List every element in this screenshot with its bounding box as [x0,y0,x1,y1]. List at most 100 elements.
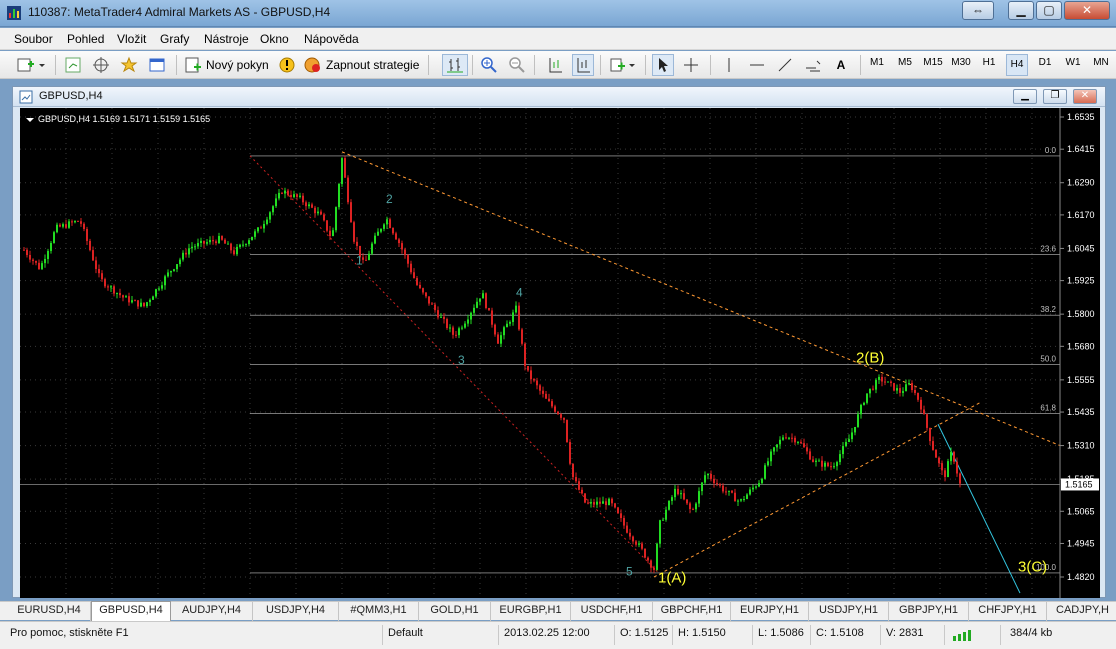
candle-body [908,383,910,385]
candle-body [776,444,778,448]
trendline-button[interactable] [774,54,796,76]
tab-eurgbp-h1[interactable]: EURGBP,H1 [491,602,571,621]
menu-grafy[interactable]: Grafy [160,32,189,46]
vertical-line-icon [728,58,730,72]
zoom-in-button[interactable] [478,54,500,76]
new-chart-button[interactable] [14,54,48,76]
candle-body [227,243,229,245]
navigator-button[interactable] [90,54,112,76]
candle-body [503,327,505,336]
candle-body [290,194,292,198]
tab--qmm3-h1[interactable]: #QMM3,H1 [339,602,419,621]
candle-body [440,316,442,318]
menu-soubor[interactable]: Soubor [14,32,53,46]
chart-window-titlebar[interactable]: GBPUSD,H4 ▁ ❐ ✕ [13,87,1105,107]
equidistant-channel-button[interactable] [802,54,824,76]
chart-close-button[interactable]: ✕ [1073,89,1097,104]
menu-pohled[interactable]: Pohled [67,32,104,46]
close-button[interactable]: ✕ [1064,1,1110,20]
candle-body [389,219,391,229]
terminal-window-icon [149,58,165,72]
bar-chart-button[interactable] [442,54,468,76]
wave-label-4: 4 [516,286,523,300]
candle-body [485,293,487,308]
chart-window-title: GBPUSD,H4 [39,90,103,102]
timeframe-h1[interactable]: H1 [978,57,1000,68]
tab-eurusd-h4[interactable]: EURUSD,H4 [8,602,91,621]
market-watch-button[interactable] [62,54,84,76]
tab-usdchf-h1[interactable]: USDCHF,H1 [571,602,653,621]
new-order-button[interactable]: Nový pokyn [184,54,274,76]
timeframe-m15[interactable]: M15 [922,57,944,68]
menu-napoveda[interactable]: Nápověda [304,32,359,46]
alert-button[interactable] [276,54,298,76]
candle-body [758,483,760,487]
fib-level-label: 0.0 [1045,146,1057,155]
vertical-line-button[interactable] [718,54,740,76]
chart-minimize-button[interactable]: ▁ [1013,89,1037,104]
crosshair-tool-button[interactable] [680,54,702,76]
favorites-button[interactable] [118,54,140,76]
candle-body [902,391,904,393]
connection-status-icon[interactable] [952,628,976,642]
restore-size-button[interactable]: ⇔ [962,1,994,20]
timeframe-w1[interactable]: W1 [1062,57,1084,68]
status-bar: Pro pomoc, stiskněte F1 Default 2013.02.… [0,621,1116,649]
cursor-arrow-icon [659,58,668,72]
candle-body [620,513,622,519]
timeframe-m30[interactable]: M30 [950,57,972,68]
timeframe-d1[interactable]: D1 [1034,57,1056,68]
tab-chfjpy-h1[interactable]: CHFJPY,H1 [969,602,1047,621]
status-profile[interactable]: Default [388,627,423,639]
zoom-out-button[interactable] [506,54,528,76]
candle-body [881,376,883,382]
tab-usdjpy-h1[interactable]: USDJPY,H1 [809,602,889,621]
candle-body [29,255,31,260]
status-close: C: 1.5108 [816,627,864,639]
auto-scroll-button[interactable] [572,54,594,76]
candle-body [785,437,787,439]
tab-gbpusd-h4[interactable]: GBPUSD,H4 [91,601,171,621]
candle-body [206,242,208,244]
new-order-label: Nový pokyn [206,58,269,72]
tab-gbpjpy-h1[interactable]: GBPJPY,H1 [889,602,969,621]
tab-gold-h1[interactable]: GOLD,H1 [419,602,491,621]
tab-gbpchf-h1[interactable]: GBPCHF,H1 [653,602,731,621]
menu-nastroje[interactable]: Nástroje [204,32,249,46]
candle-body [254,231,256,237]
candle-body [473,307,475,313]
candle-body [578,481,580,490]
candle-body [308,204,310,207]
price-label: 1.5065 [1067,506,1095,516]
chart-restore-button[interactable]: ❐ [1043,89,1067,104]
cursor-tool-button[interactable] [652,54,674,76]
candle-body [89,240,91,251]
candle-body [161,285,163,289]
autotrading-button[interactable]: Zapnout strategie [302,54,422,76]
horizontal-line-button[interactable] [746,54,768,76]
indicators-button[interactable] [608,54,638,76]
candle-body [953,451,955,462]
candle-body [608,498,610,506]
timeframe-m5[interactable]: M5 [894,57,916,68]
tab-audjpy-h4[interactable]: AUDJPY,H4 [171,602,253,621]
timeframe-mn[interactable]: MN [1090,57,1112,68]
minimize-button[interactable]: ▁ [1008,1,1034,20]
terminal-button[interactable] [146,54,168,76]
chart-shift-button[interactable] [544,54,566,76]
text-tool-button[interactable]: A [830,54,852,76]
timeframe-h4[interactable]: H4 [1006,54,1028,76]
menu-okno[interactable]: Okno [260,32,289,46]
candle-body [278,192,280,199]
price-chart[interactable]: 0.023.638.250.061.8100.0 12345 1(A)2(B)3(… [20,108,1100,598]
tab-usdjpy-h4[interactable]: USDJPY,H4 [253,602,339,621]
fib-level-label: 61.8 [1040,404,1056,413]
maximize-button[interactable]: ▢ [1036,1,1062,20]
tab-cadjpy-h[interactable]: CADJPY,H [1047,602,1116,621]
candle-body [680,493,682,495]
menu-vlozit[interactable]: Vložit [117,32,146,46]
candle-body [44,258,46,264]
timeframe-m1[interactable]: M1 [866,57,888,68]
tab-eurjpy-h1[interactable]: EURJPY,H1 [731,602,809,621]
auto-scroll-icon [577,58,590,73]
